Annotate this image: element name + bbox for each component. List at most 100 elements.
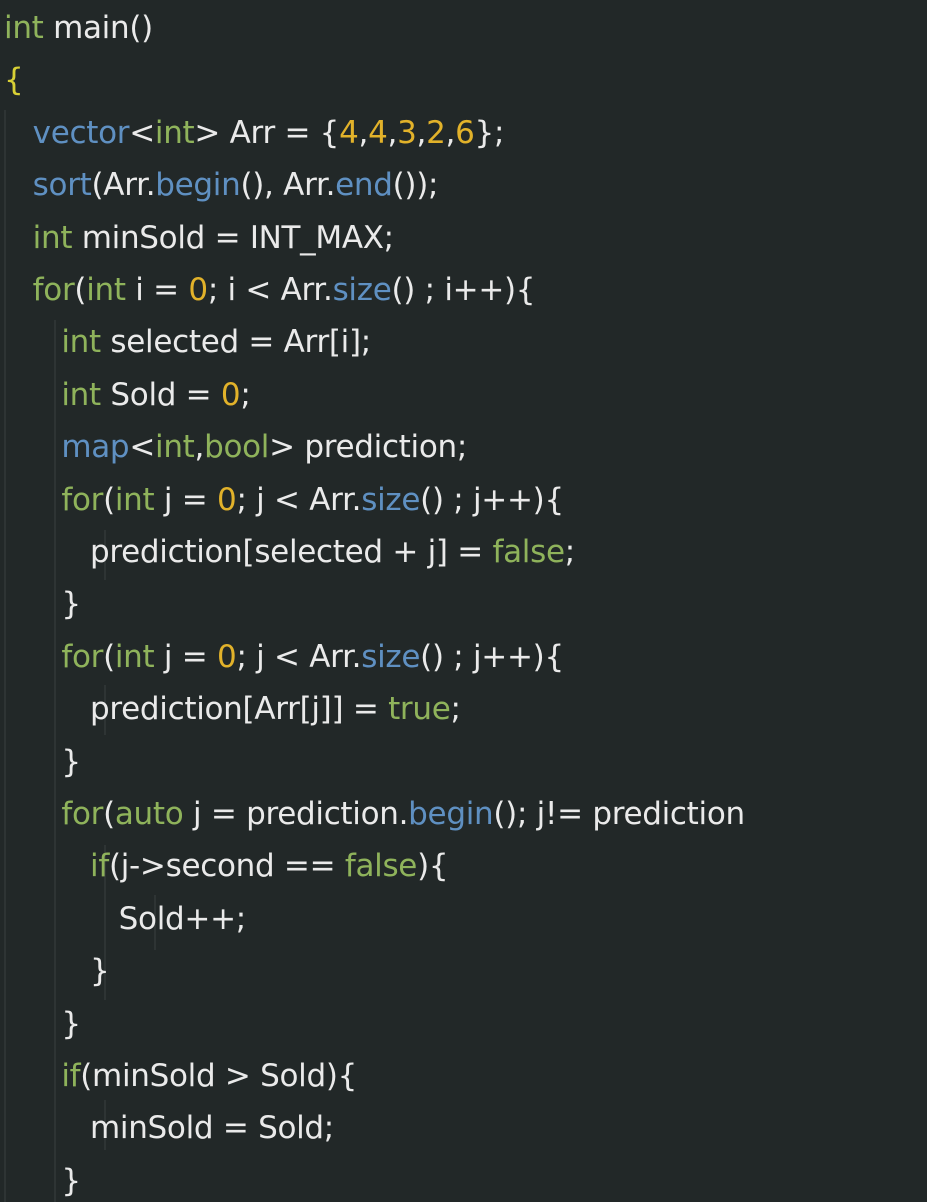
code-line[interactable]: sort(Arr.begin(), Arr.end()); <box>4 159 439 211</box>
code-token: size <box>332 272 392 308</box>
code-token: end <box>335 167 393 204</box>
code-token: } <box>61 743 81 780</box>
code-token: ){ <box>417 848 449 885</box>
code-token: 0 <box>220 376 241 413</box>
code-line[interactable]: } <box>4 998 81 1050</box>
code-token: prediction[selected + j] = <box>90 534 493 570</box>
code-line[interactable]: prediction[Arr[j]] = true; <box>4 683 461 735</box>
code-line[interactable]: } <box>4 1155 81 1202</box>
code-token: vector <box>32 114 130 151</box>
code-token: , <box>445 114 456 151</box>
code-token: ()); <box>392 167 439 204</box>
code-line[interactable]: for(int i = 0; i < Arr.size() ; i++){ <box>4 264 536 316</box>
code-token: 2 <box>426 114 446 151</box>
code-line[interactable]: { <box>4 54 24 106</box>
code-token: true <box>388 691 451 728</box>
code-token: false <box>344 848 418 885</box>
code-token: auto <box>114 796 184 832</box>
code-token: prediction[Arr[j]] = <box>90 691 389 728</box>
code-token: < <box>129 114 155 151</box>
code-line[interactable]: int main() <box>4 2 153 54</box>
code-line[interactable]: for(auto j = prediction.begin(); j!= pre… <box>4 788 745 840</box>
code-token: j = prediction. <box>183 796 409 832</box>
code-token: 4 <box>368 114 388 151</box>
code-line[interactable]: int Sold = 0; <box>4 369 250 421</box>
code-token: ; <box>450 691 461 728</box>
code-line[interactable]: if(j->second == false){ <box>4 840 449 892</box>
code-token: size <box>361 481 421 518</box>
code-line[interactable]: map<int,bool> prediction; <box>4 421 467 473</box>
code-token: > prediction; <box>269 429 468 466</box>
code-token: () ; j++){ <box>420 638 564 675</box>
code-editor[interactable]: int main(){ vector<int> Arr = {4,4,3,2,6… <box>0 0 927 1202</box>
code-token: < <box>129 429 155 466</box>
code-token: int <box>86 272 126 308</box>
code-token: { <box>4 62 24 99</box>
code-token: } <box>61 1005 81 1042</box>
code-token: ; j < Arr. <box>236 638 362 675</box>
code-token: false <box>492 534 565 570</box>
code-token: > Arr = { <box>194 114 340 151</box>
code-token: int <box>32 219 73 256</box>
code-token: minSold = INT_MAX; <box>72 219 394 256</box>
code-token: ; i < Arr. <box>207 272 333 308</box>
code-token: ( <box>74 272 87 308</box>
code-token: int <box>61 376 101 413</box>
code-line[interactable]: int selected = Arr[i]; <box>4 316 371 368</box>
code-token: selected = Arr[i]; <box>100 324 371 361</box>
code-token: begin <box>408 796 494 832</box>
code-token: if <box>90 848 109 885</box>
code-line[interactable]: for(int j = 0; j < Arr.size() ; j++){ <box>4 631 564 683</box>
code-token: int <box>154 114 195 151</box>
code-line[interactable]: minSold = Sold; <box>4 1102 334 1154</box>
code-token: }; <box>474 114 505 151</box>
code-token: int <box>4 10 44 46</box>
code-token: (Arr. <box>91 167 156 204</box>
code-token: ( <box>103 481 115 518</box>
code-token: ( <box>103 638 115 675</box>
code-token: (j->second == <box>108 848 345 885</box>
code-line[interactable]: for(int j = 0; j < Arr.size() ; j++){ <box>4 474 564 526</box>
code-token: 0 <box>217 481 237 518</box>
code-line[interactable]: } <box>4 945 110 997</box>
code-line[interactable]: if(minSold > Sold){ <box>4 1050 357 1102</box>
code-token: int <box>114 481 155 518</box>
code-line[interactable]: int minSold = INT_MAX; <box>4 212 394 264</box>
code-line[interactable]: } <box>4 736 81 788</box>
code-line[interactable]: Sold++; <box>4 893 247 945</box>
code-line[interactable]: vector<int> Arr = {4,4,3,2,6}; <box>4 107 505 159</box>
code-token: begin <box>155 167 241 204</box>
code-token: int <box>61 324 101 361</box>
code-token: size <box>361 638 421 675</box>
code-token: , <box>387 114 398 151</box>
code-token: Sold = <box>100 376 221 413</box>
code-token: if <box>61 1058 81 1094</box>
code-token: for <box>61 638 104 675</box>
code-token: Sold++; <box>118 900 247 937</box>
code-token: minSold = Sold; <box>90 1110 334 1147</box>
code-token: , <box>358 114 369 151</box>
code-token: 3 <box>397 114 417 151</box>
code-token: 0 <box>188 272 208 308</box>
code-token: (), Arr. <box>240 167 336 204</box>
code-token: ; <box>564 534 575 570</box>
code-line[interactable]: prediction[selected + j] = false; <box>4 526 575 578</box>
code-line[interactable]: } <box>4 578 81 630</box>
code-token: j = <box>154 481 218 518</box>
code-token: , <box>416 114 427 151</box>
code-token: int <box>114 638 155 675</box>
